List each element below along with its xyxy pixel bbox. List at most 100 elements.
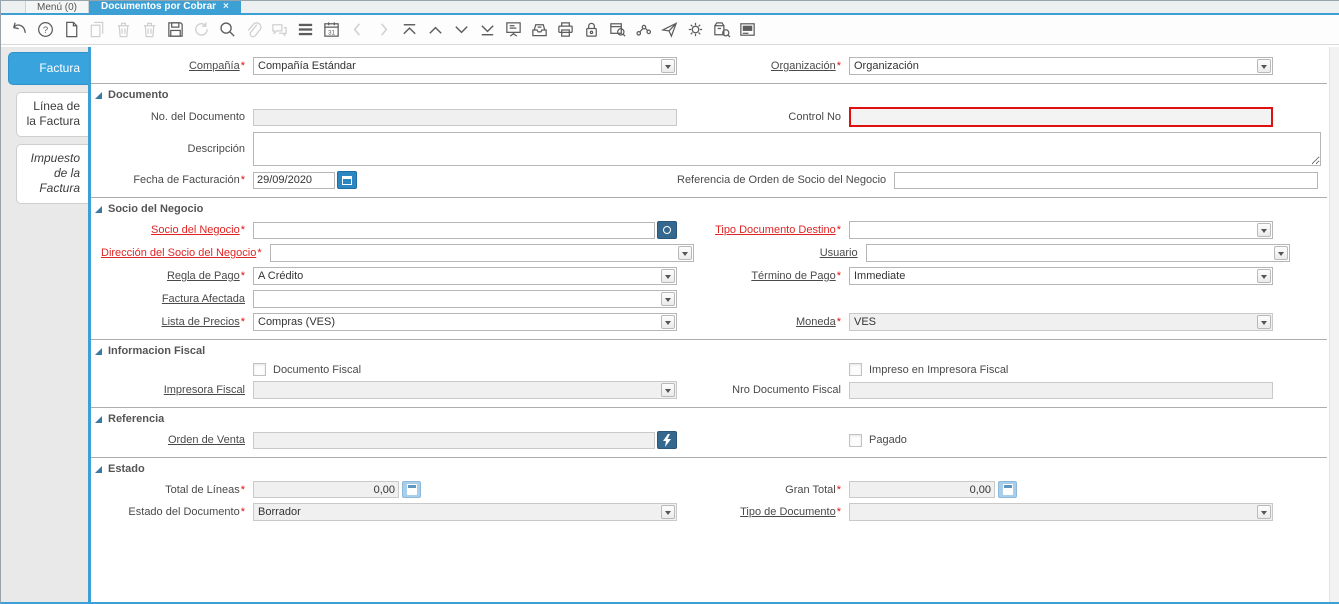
calendar-history-icon[interactable]: 31 — [318, 17, 344, 43]
impresora-fiscal-label[interactable]: Impresora Fiscal — [101, 384, 253, 396]
orden-venta-label[interactable]: Orden de Venta — [101, 434, 253, 446]
fecha-facturacion-input[interactable] — [253, 171, 335, 189]
tab-menu[interactable]: Menú (0) — [25, 1, 90, 13]
chat-icon[interactable] — [266, 17, 292, 43]
last-record-icon[interactable] — [474, 17, 500, 43]
total-lineas-label: Total de Líneas* — [165, 483, 245, 496]
control-no-input[interactable] — [849, 107, 1273, 127]
documento-fiscal-checkbox[interactable] — [253, 363, 266, 376]
vertical-scrollbar[interactable] — [1329, 47, 1339, 602]
chevron-down-icon[interactable] — [1257, 315, 1271, 329]
moneda-label[interactable]: Moneda* — [677, 316, 849, 328]
socio-negocio-input[interactable] — [253, 221, 655, 239]
delete-record-icon[interactable] — [110, 17, 136, 43]
regla-pago-select[interactable]: A Crédito — [253, 267, 677, 285]
new-record-icon[interactable] — [58, 17, 84, 43]
toolbar: ? 31 — [1, 15, 1339, 45]
previous-page-icon[interactable] — [422, 17, 448, 43]
section-informacion-fiscal[interactable]: Informacion Fiscal — [91, 339, 1327, 358]
tab-factura[interactable]: Factura — [8, 52, 88, 85]
organizacion-label[interactable]: Organización* — [677, 60, 849, 72]
chevron-down-icon[interactable] — [661, 292, 675, 306]
tab-linea-de-la-factura[interactable]: Línea de la Factura — [16, 92, 88, 137]
chevron-down-icon[interactable] — [1257, 269, 1271, 283]
calculator-icon[interactable] — [402, 481, 421, 498]
chevron-down-icon[interactable] — [1257, 505, 1271, 519]
tipo-doc-destino-select[interactable] — [849, 221, 1273, 239]
send-mail-icon[interactable] — [656, 17, 682, 43]
tab-impuesto-de-la-factura[interactable]: Impuesto de la Factura — [16, 144, 88, 204]
report-icon[interactable] — [500, 17, 526, 43]
referencia-orden-input[interactable] — [894, 171, 1319, 189]
save-icon[interactable] — [162, 17, 188, 43]
compania-select[interactable]: Compañía Estándar — [253, 57, 677, 75]
moneda-select[interactable]: VES — [849, 313, 1273, 331]
factura-afectada-label[interactable]: Factura Afectada — [101, 293, 253, 305]
regla-pago-label[interactable]: Regla de Pago* — [101, 270, 253, 282]
chevron-down-icon[interactable] — [661, 315, 675, 329]
pagado-checkbox[interactable] — [849, 433, 862, 447]
factura-afectada-select[interactable] — [253, 290, 677, 308]
section-documento[interactable]: Documento — [91, 83, 1327, 102]
attachment-icon[interactable] — [240, 17, 266, 43]
estado-documento-select[interactable]: Borrador — [253, 503, 677, 521]
product-info-icon[interactable] — [708, 17, 734, 43]
direccion-socio-label[interactable]: Dirección del Socio del Negocio* — [101, 247, 270, 259]
impreso-fiscal-checkbox[interactable] — [849, 363, 862, 376]
chevron-down-icon[interactable] — [661, 269, 675, 283]
socio-negocio-label[interactable]: Socio del Negocio* — [101, 224, 253, 236]
workflow-icon[interactable] — [630, 17, 656, 43]
find-icon[interactable] — [214, 17, 240, 43]
organizacion-select[interactable]: Organización — [849, 57, 1273, 75]
chevron-down-icon[interactable] — [661, 505, 675, 519]
termino-pago-select[interactable]: Immediate — [849, 267, 1273, 285]
tipo-documento-select[interactable] — [849, 503, 1273, 521]
zoom-across-icon[interactable] — [604, 17, 630, 43]
descripcion-textarea[interactable] — [253, 132, 1321, 166]
direccion-socio-select[interactable] — [269, 244, 694, 262]
close-icon[interactable]: × — [223, 1, 229, 14]
compania-label[interactable]: Compañía* — [101, 60, 253, 72]
calculator-icon[interactable] — [998, 481, 1017, 498]
zoom-record-icon[interactable] — [657, 431, 677, 449]
process-icon[interactable] — [682, 17, 708, 43]
lista-precios-select[interactable]: Compras (VES) — [253, 313, 677, 331]
print-icon[interactable] — [552, 17, 578, 43]
next-record-icon[interactable] — [370, 17, 396, 43]
business-partner-search-icon[interactable] — [657, 221, 677, 239]
toggle-grid-icon[interactable] — [292, 17, 318, 43]
tipo-doc-destino-label[interactable]: Tipo Documento Destino* — [677, 224, 849, 236]
refresh-icon[interactable] — [188, 17, 214, 43]
impresora-fiscal-select[interactable] — [253, 381, 677, 399]
section-referencia[interactable]: Referencia — [91, 407, 1327, 426]
chevron-down-icon[interactable] — [661, 59, 675, 73]
collapse-icon — [95, 347, 102, 355]
svg-text:?: ? — [42, 25, 47, 36]
chevron-down-icon[interactable] — [1257, 59, 1271, 73]
first-record-icon[interactable] — [396, 17, 422, 43]
termino-pago-label[interactable]: Término de Pago* — [677, 270, 849, 282]
next-page-icon[interactable] — [448, 17, 474, 43]
chevron-down-icon[interactable] — [1257, 223, 1271, 237]
calendar-icon[interactable] — [337, 171, 357, 189]
usuario-select[interactable] — [865, 244, 1290, 262]
chevron-down-icon[interactable] — [1273, 246, 1288, 260]
usuario-label[interactable]: Usuario — [694, 247, 866, 259]
lock-icon[interactable] — [578, 17, 604, 43]
help-window-icon[interactable] — [734, 17, 760, 43]
delete-selection-icon[interactable] — [136, 17, 162, 43]
archive-icon[interactable] — [526, 17, 552, 43]
undo-icon[interactable] — [6, 17, 32, 43]
copy-record-icon[interactable] — [84, 17, 110, 43]
chevron-down-icon[interactable] — [677, 246, 692, 260]
tab-documentos-por-cobrar[interactable]: Documentos por Cobrar × — [89, 1, 241, 13]
previous-record-icon[interactable] — [344, 17, 370, 43]
chevron-down-icon[interactable] — [661, 383, 675, 397]
section-estado[interactable]: Estado — [91, 457, 1327, 476]
nro-doc-fiscal-input — [849, 381, 1273, 399]
lista-precios-label[interactable]: Lista de Precios* — [101, 316, 253, 328]
help-icon[interactable]: ? — [32, 17, 58, 43]
documento-fiscal-label: Documento Fiscal — [273, 363, 362, 376]
tipo-documento-label[interactable]: Tipo de Documento* — [677, 506, 849, 518]
section-socio-del-negocio[interactable]: Socio del Negocio — [91, 197, 1327, 216]
